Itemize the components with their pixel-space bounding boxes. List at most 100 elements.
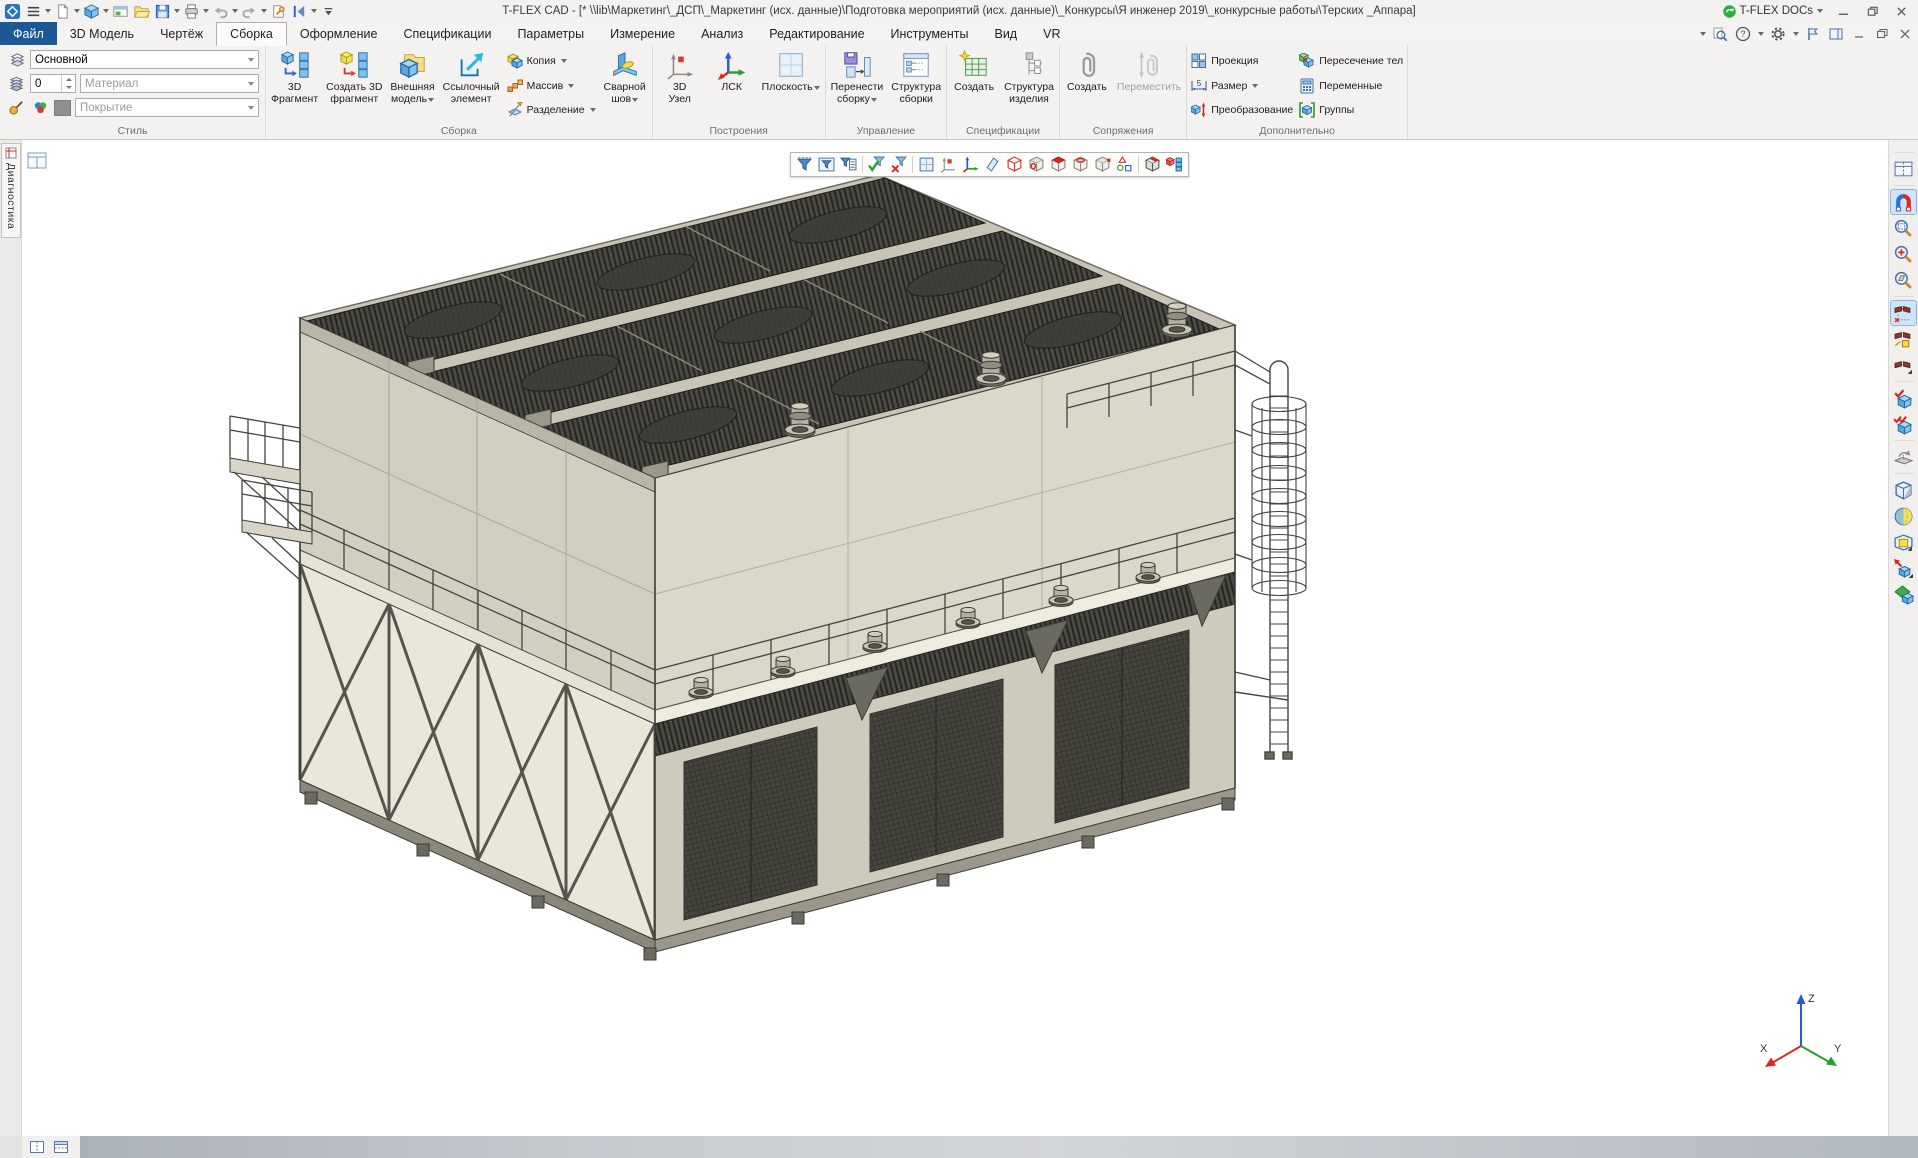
move-mate-button[interactable]: Переместить bbox=[1113, 46, 1185, 125]
array-button[interactable]: Массив bbox=[507, 76, 596, 95]
ribbon-options-caret[interactable] bbox=[1700, 32, 1706, 36]
recheck-model-icon[interactable] bbox=[1891, 412, 1916, 436]
help-icon[interactable]: ? bbox=[1734, 25, 1752, 43]
selector-reject-icon[interactable] bbox=[888, 154, 909, 175]
filter-lcs-icon[interactable] bbox=[960, 154, 981, 175]
filter-3d-node-icon[interactable] bbox=[938, 154, 959, 175]
shading-mode-icon[interactable] bbox=[1891, 504, 1916, 528]
variables-button[interactable]: Переменные bbox=[1299, 76, 1403, 95]
check-model-icon[interactable] bbox=[1891, 386, 1916, 410]
style-combo[interactable]: Основной bbox=[30, 50, 259, 69]
new-document-caret[interactable] bbox=[74, 9, 80, 13]
page-properties-icon[interactable] bbox=[1891, 157, 1916, 181]
transform-button[interactable]: Преобразование bbox=[1191, 101, 1293, 120]
filter-edges-icon[interactable] bbox=[1004, 154, 1025, 175]
split-horizontal-icon[interactable] bbox=[51, 1138, 71, 1157]
menu-tab-3d-model[interactable]: 3D Модель bbox=[57, 22, 147, 45]
move-assembly-button[interactable]: Перенести сборку bbox=[827, 46, 888, 125]
split-vertical-icon[interactable] bbox=[27, 1138, 47, 1157]
flag-icon[interactable] bbox=[1804, 25, 1822, 43]
3d-viewport[interactable]: Z Y X bbox=[22, 140, 1888, 1136]
menu-tab-specifications[interactable]: Спецификации bbox=[390, 22, 504, 45]
macros-icon[interactable] bbox=[268, 2, 288, 21]
new-document-icon[interactable] bbox=[52, 2, 72, 21]
scene-panel-toggle-icon[interactable] bbox=[26, 150, 48, 172]
settings-gear-icon[interactable] bbox=[1769, 25, 1787, 43]
print-icon[interactable] bbox=[181, 2, 201, 21]
dimension-button[interactable]: 5 Размер bbox=[1191, 76, 1293, 95]
node-3d-button[interactable]: 3D Узел bbox=[654, 46, 706, 125]
material-view-icon[interactable] bbox=[1891, 582, 1916, 606]
customize-toolbar-icon[interactable] bbox=[318, 2, 338, 21]
print-caret[interactable] bbox=[203, 9, 209, 13]
search-icon[interactable] bbox=[1711, 25, 1729, 43]
new-3d-model-icon[interactable] bbox=[81, 2, 101, 21]
help-caret[interactable] bbox=[1758, 32, 1764, 36]
menu-tab-design[interactable]: Оформление bbox=[287, 22, 391, 45]
create-3d-fragment-button[interactable]: Создать 3D фрагмент bbox=[322, 46, 386, 125]
zoom-window-icon[interactable] bbox=[1891, 216, 1916, 240]
new-drawing-icon[interactable] bbox=[110, 2, 130, 21]
restore-button[interactable] bbox=[1859, 2, 1885, 21]
measure-elements-icon[interactable] bbox=[1891, 327, 1916, 351]
hide-elements-icon[interactable] bbox=[1891, 301, 1916, 325]
filter-fragment-icon[interactable] bbox=[1164, 154, 1185, 175]
minimize-button[interactable] bbox=[1830, 2, 1856, 21]
material-combo[interactable]: Материал bbox=[80, 74, 259, 93]
doc-minimize-icon[interactable] bbox=[1850, 25, 1868, 43]
fragment-3d-button[interactable]: 3D Фрагмент bbox=[267, 46, 322, 125]
filter-vertex-icon[interactable] bbox=[1092, 154, 1113, 175]
zoom-all-icon[interactable] bbox=[1891, 268, 1916, 292]
filter-plane-icon[interactable] bbox=[982, 154, 1003, 175]
intersection-button[interactable]: Пересечение тел bbox=[1299, 52, 1403, 71]
app-menu-caret[interactable] bbox=[45, 9, 51, 13]
coating-swatch[interactable] bbox=[54, 100, 71, 116]
weld-seam-button[interactable]: Сварной шов bbox=[599, 46, 651, 125]
redo-icon[interactable] bbox=[239, 2, 259, 21]
links-icon[interactable] bbox=[289, 2, 309, 21]
filter-top-face-icon[interactable] bbox=[1048, 154, 1069, 175]
save-document-icon[interactable] bbox=[152, 2, 172, 21]
paint-icon[interactable] bbox=[6, 99, 26, 117]
new-3d-model-caret[interactable] bbox=[103, 9, 109, 13]
level-spinner[interactable]: 0 bbox=[30, 74, 76, 93]
undo-caret[interactable] bbox=[232, 9, 238, 13]
open-document-icon[interactable] bbox=[131, 2, 151, 21]
filter-workplane-icon[interactable] bbox=[916, 154, 937, 175]
lcs-button[interactable]: ЛСК bbox=[706, 46, 758, 125]
selector-filter-icon[interactable] bbox=[794, 154, 815, 175]
level-down-arrow[interactable] bbox=[62, 84, 75, 93]
doc-close-icon[interactable] bbox=[1896, 25, 1914, 43]
settings-caret[interactable] bbox=[1793, 32, 1799, 36]
diagnostics-tab[interactable]: Диагностика bbox=[1, 143, 21, 238]
menu-tab-tools[interactable]: Инструменты bbox=[878, 22, 982, 45]
close-button[interactable] bbox=[1888, 2, 1914, 21]
filter-circle-icon[interactable] bbox=[1070, 154, 1091, 175]
object-snap-icon[interactable] bbox=[1891, 190, 1916, 214]
reference-element-button[interactable]: Ссылочный элемент bbox=[439, 46, 504, 125]
panel-layout-icon[interactable] bbox=[1827, 25, 1845, 43]
colors-icon[interactable] bbox=[30, 99, 50, 117]
menu-tab-drawing[interactable]: Чертёж bbox=[147, 22, 216, 45]
section-view-icon[interactable] bbox=[1891, 556, 1916, 580]
links-caret[interactable] bbox=[311, 9, 317, 13]
selector-accept-icon[interactable] bbox=[866, 154, 887, 175]
groups-button[interactable]: Группы bbox=[1299, 101, 1403, 120]
view-cube-icon[interactable] bbox=[1891, 478, 1916, 502]
external-model-button[interactable]: Внешняя модель bbox=[386, 46, 438, 125]
filter-face-circle-icon[interactable] bbox=[1026, 154, 1047, 175]
menu-tab-analysis[interactable]: Анализ bbox=[688, 22, 756, 45]
save-caret[interactable] bbox=[174, 9, 180, 13]
tflex-logo-icon[interactable] bbox=[2, 2, 22, 21]
redo-caret[interactable] bbox=[261, 9, 267, 13]
app-menu-icon[interactable] bbox=[23, 2, 43, 21]
tflex-docs-button[interactable]: T-FLEX DOCs bbox=[1718, 4, 1827, 19]
zoom-dynamic-icon[interactable] bbox=[1891, 242, 1916, 266]
coating-combo[interactable]: Покрытие bbox=[75, 98, 259, 117]
selector-filter-list-icon[interactable] bbox=[838, 154, 859, 175]
menu-tab-measure[interactable]: Измерение bbox=[597, 22, 688, 45]
menu-tab-assembly[interactable]: Сборка bbox=[216, 22, 287, 46]
level-up-arrow[interactable] bbox=[62, 75, 75, 84]
create-mate-button[interactable]: Создать bbox=[1061, 46, 1113, 125]
menu-tab-vr[interactable]: VR bbox=[1030, 22, 1073, 45]
